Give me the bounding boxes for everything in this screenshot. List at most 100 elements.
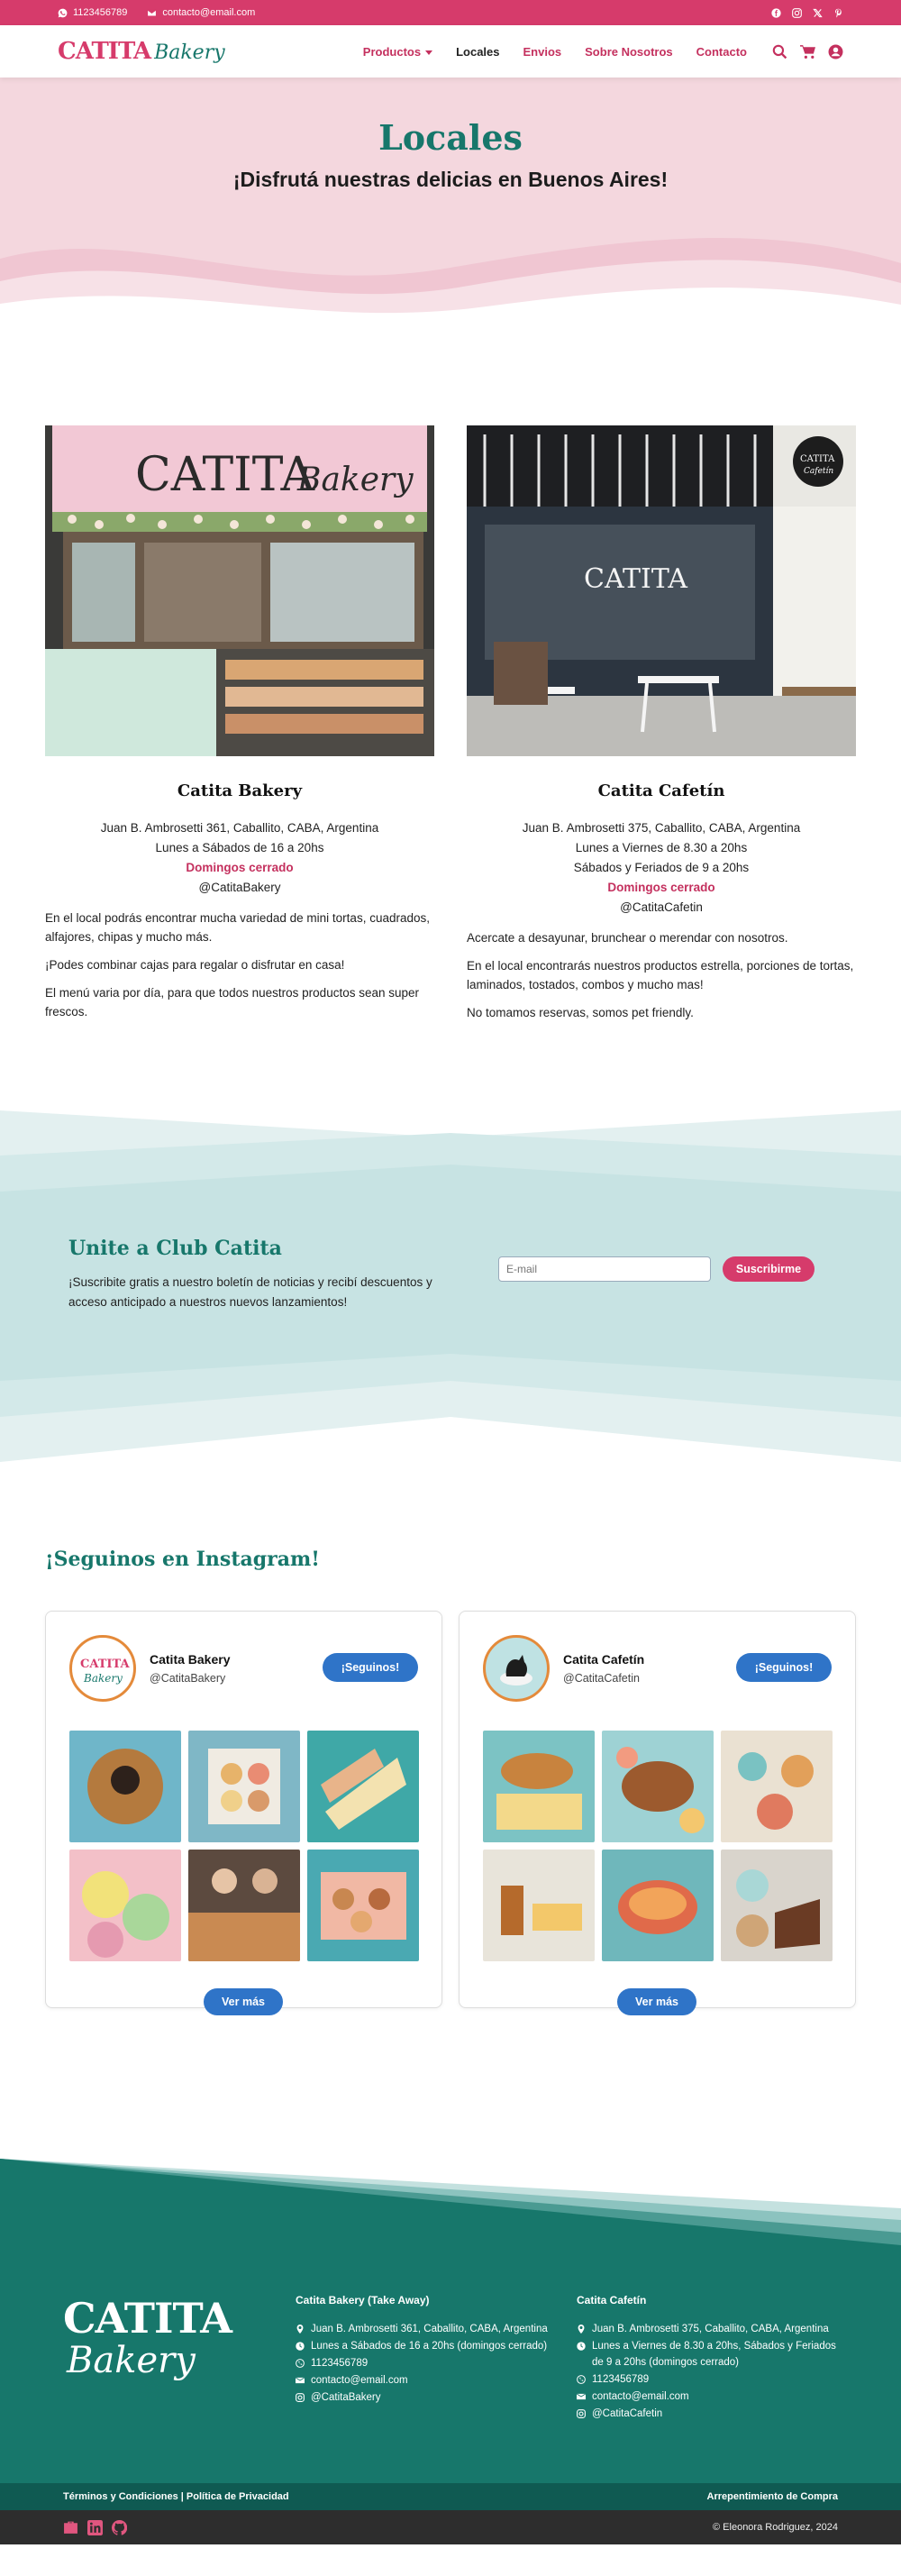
avatar[interactable]: CATITA Bakery bbox=[69, 1635, 136, 1702]
instagram-photo[interactable] bbox=[188, 1850, 300, 1961]
page-title: Locales bbox=[378, 117, 523, 158]
store-card-bakery: CATITA Bakery Catita Bakery Juan B. Ambr… bbox=[45, 425, 434, 1021]
follow-button[interactable]: ¡Seguinos! bbox=[323, 1653, 418, 1682]
topbar-email[interactable]: contacto@email.com bbox=[147, 7, 255, 18]
store-info: Juan B. Ambrosetti 375, Caballito, CABA,… bbox=[467, 818, 856, 918]
account-handle: @CatitaBakery bbox=[150, 1672, 226, 1685]
footer-instagram[interactable]: @CatitaCafetin bbox=[592, 2406, 662, 2422]
footer-hours: Lunes a Viernes de 8.30 a 20hs, Sábados … bbox=[592, 2341, 836, 2368]
search-icon[interactable] bbox=[772, 44, 787, 59]
store-hours: Sábados y Feriados de 9 a 20hs bbox=[573, 861, 750, 874]
nav-item-locales[interactable]: Locales bbox=[456, 45, 499, 59]
footer-legal-bar: Términos y Condiciones | Política de Pri… bbox=[0, 2483, 901, 2510]
instagram-photo[interactable] bbox=[307, 1850, 419, 1961]
footer-column-cafetin: Catita Cafetín Juan B. Ambrosetti 375, C… bbox=[577, 2294, 847, 2423]
instagram-photo[interactable] bbox=[69, 1850, 181, 1961]
footer-column-title: Catita Bakery (Take Away) bbox=[296, 2294, 430, 2307]
user-icon[interactable] bbox=[828, 44, 843, 59]
see-more-button[interactable]: Ver más bbox=[204, 1988, 283, 2015]
nav-item-productos[interactable]: Productos bbox=[363, 45, 433, 59]
cat-logo-icon bbox=[488, 1640, 544, 1696]
store-name: Catita Cafetín bbox=[597, 781, 725, 800]
instagram-photo-grid bbox=[483, 1731, 833, 1961]
legal-links[interactable]: Términos y Condiciones | Política de Pri… bbox=[63, 2491, 289, 2502]
location-pin-icon bbox=[296, 2325, 304, 2334]
avatar[interactable] bbox=[483, 1635, 550, 1702]
instagram-photo[interactable] bbox=[188, 1731, 300, 1842]
svg-text:Bakery: Bakery bbox=[296, 461, 414, 498]
footer-column-bakery: Catita Bakery (Take Away) Juan B. Ambros… bbox=[296, 2294, 548, 2407]
instagram-card-cafetin: Catita Cafetín @CatitaCafetin ¡Seguinos!… bbox=[459, 1611, 856, 2015]
newsletter-email-input[interactable] bbox=[498, 1256, 711, 1282]
envelope-icon bbox=[147, 9, 158, 16]
store-info: Juan B. Ambrosetti 361, Caballito, CABA,… bbox=[45, 818, 434, 898]
footer-email[interactable]: contacto@email.com bbox=[592, 2389, 689, 2405]
store-closed-notice: Domingos cerrado bbox=[607, 881, 715, 894]
footer-instagram[interactable]: @CatitaBakery bbox=[311, 2389, 381, 2406]
site-logo[interactable]: CATITA Bakery bbox=[58, 38, 225, 65]
newsletter-text: ¡Suscribite gratis a nuestro boletín de … bbox=[68, 1275, 432, 1309]
footer-bottom-bar: © Eleonora Rodriguez, 2024 bbox=[0, 2510, 901, 2544]
svg-text:CATITA: CATITA bbox=[800, 454, 835, 464]
store-description: ¡Podes combinar cajas para regalar o dis… bbox=[45, 958, 345, 972]
github-icon[interactable] bbox=[112, 2519, 127, 2535]
whatsapp-icon bbox=[577, 2375, 586, 2384]
account-handle: @CatitaCafetin bbox=[563, 1672, 640, 1685]
store-description: En el local podrás encontrar mucha varie… bbox=[45, 911, 430, 944]
store-description: En el local encontrarás nuestros product… bbox=[467, 959, 854, 991]
see-more-button[interactable]: Ver más bbox=[617, 1988, 696, 2015]
instagram-icon[interactable] bbox=[792, 7, 802, 18]
whatsapp-icon bbox=[296, 2359, 305, 2368]
nav-menu: Productos Locales Envios Sobre Nosotros … bbox=[363, 44, 843, 59]
instagram-photo[interactable] bbox=[602, 1850, 714, 1961]
site-footer: CATITA Bakery Catita Bakery (Take Away) … bbox=[0, 2159, 901, 2576]
instagram-photo[interactable] bbox=[721, 1850, 833, 1961]
instagram-photo[interactable] bbox=[483, 1850, 595, 1961]
facebook-icon[interactable] bbox=[771, 7, 781, 18]
store-hours: Lunes a Sábados de 16 a 20hs bbox=[155, 841, 324, 854]
main-navbar: CATITA Bakery Productos Locales Envios S… bbox=[0, 25, 901, 78]
topbar-phone[interactable]: 1123456789 bbox=[58, 7, 127, 18]
instagram-photo[interactable] bbox=[307, 1731, 419, 1842]
linkedin-icon[interactable] bbox=[87, 2519, 103, 2535]
svg-text:Bakery: Bakery bbox=[83, 1672, 123, 1685]
copyright: © Eleonora Rodriguez, 2024 bbox=[713, 2522, 838, 2533]
pinterest-icon[interactable] bbox=[833, 8, 843, 18]
briefcase-icon[interactable] bbox=[63, 2520, 78, 2535]
store-description: El menú varia por día, para que todos nu… bbox=[45, 986, 419, 1019]
nav-item-sobre-nosotros[interactable]: Sobre Nosotros bbox=[585, 45, 673, 59]
instagram-photo[interactable] bbox=[721, 1731, 833, 1842]
cart-icon[interactable] bbox=[800, 44, 815, 59]
store-description: No tomamos reservas, somos pet friendly. bbox=[467, 1006, 694, 1019]
store-handle[interactable]: @CatitaCafetin bbox=[467, 898, 856, 918]
subscribe-button[interactable]: Suscribirme bbox=[723, 1256, 815, 1282]
footer-email[interactable]: contacto@email.com bbox=[311, 2372, 408, 2389]
footer-phone[interactable]: 1123456789 bbox=[311, 2355, 368, 2371]
store-address: Juan B. Ambrosetti 375, Caballito, CABA,… bbox=[522, 821, 801, 835]
whatsapp-icon bbox=[58, 8, 68, 17]
withdrawal-link[interactable]: Arrepentimiento de Compra bbox=[707, 2491, 838, 2502]
footer-address: Juan B. Ambrosetti 361, Caballito, CABA,… bbox=[311, 2324, 548, 2334]
footer-logo: CATITA Bakery bbox=[63, 2296, 232, 2380]
nav-item-envios[interactable]: Envios bbox=[523, 45, 562, 59]
store-card-cafetin: CATITA CATITA Cafetín Catita Cafetín Jua… bbox=[467, 425, 856, 1022]
clock-icon bbox=[296, 2342, 305, 2351]
x-icon[interactable] bbox=[813, 8, 823, 18]
store-closed-notice: Domingos cerrado bbox=[186, 861, 294, 874]
store-photo-cafetin: CATITA CATITA Cafetín bbox=[467, 425, 856, 756]
footer-hours: Lunes a Sábados de 16 a 20hs (domingos c… bbox=[311, 2341, 548, 2352]
instagram-photo[interactable] bbox=[69, 1731, 181, 1842]
svg-text:CATITA: CATITA bbox=[80, 1658, 130, 1671]
footer-phone[interactable]: 1123456789 bbox=[592, 2371, 649, 2388]
clock-icon bbox=[577, 2342, 586, 2351]
store-handle[interactable]: @CatitaBakery bbox=[45, 878, 434, 898]
footer-address: Juan B. Ambrosetti 375, Caballito, CABA,… bbox=[592, 2324, 829, 2334]
instagram-photo[interactable] bbox=[602, 1731, 714, 1842]
instagram-photo-grid bbox=[69, 1731, 419, 1961]
instagram-title: ¡Seguinos en Instagram! bbox=[45, 1548, 320, 1571]
instagram-photo[interactable] bbox=[483, 1731, 595, 1842]
account-name: Catita Cafetín bbox=[563, 1652, 645, 1667]
logo-main-text: CATITA bbox=[58, 38, 151, 65]
nav-item-contacto[interactable]: Contacto bbox=[696, 45, 747, 59]
follow-button[interactable]: ¡Seguinos! bbox=[736, 1653, 832, 1682]
